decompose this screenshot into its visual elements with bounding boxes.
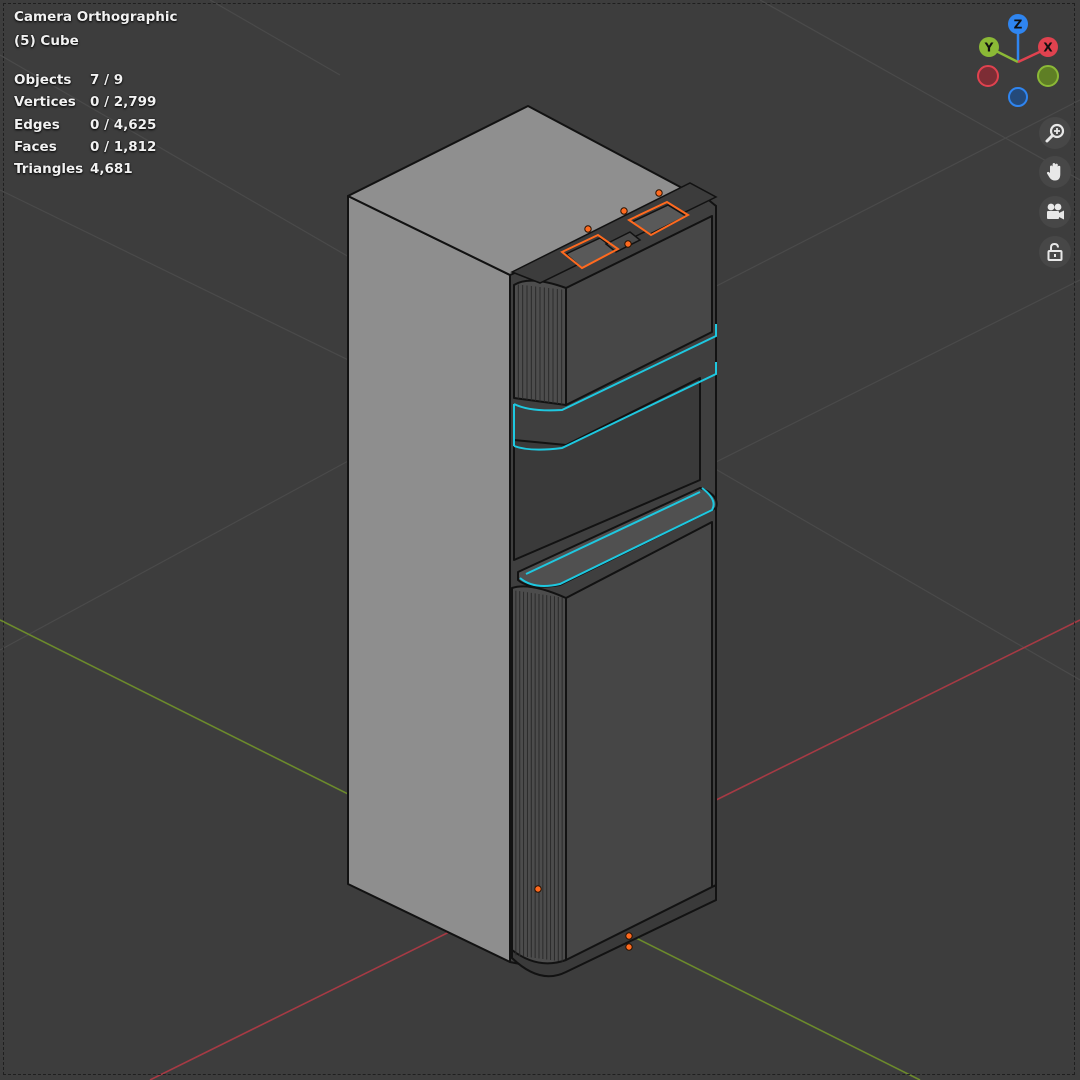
svg-text:Z: Z — [1014, 18, 1023, 32]
camera-icon — [1047, 203, 1064, 220]
stat-row-objects: Objects 7 / 9 — [14, 69, 156, 91]
stat-label: Vertices — [14, 94, 76, 111]
lower-door — [565, 521, 713, 963]
stat-row-edges: Edges 0 / 4,625 — [14, 114, 156, 136]
x-axis-handle[interactable]: X — [1038, 37, 1058, 57]
stat-value: 0 / 4,625 — [90, 116, 157, 133]
hand-pan-icon — [1046, 163, 1061, 181]
active-object-label: (5) Cube — [14, 33, 79, 49]
navigation-gizmo[interactable]: Z Y X — [972, 10, 1066, 110]
camera-view-button[interactable] — [1039, 196, 1071, 228]
3d-viewport[interactable]: Camera Orthographic (5) Cube Objects 7 /… — [0, 0, 1080, 1080]
cabinet-left-face — [347, 195, 511, 963]
camera-title: Camera Orthographic — [14, 9, 178, 25]
stat-value: 0 / 1,812 — [90, 139, 157, 156]
zoom-button[interactable] — [1039, 117, 1071, 149]
stat-value: 4,681 — [90, 161, 133, 178]
neg-y-axis-handle[interactable] — [1037, 65, 1059, 87]
stat-label: Triangles — [14, 161, 84, 178]
svg-text:X: X — [1043, 41, 1053, 55]
stat-label: Objects — [14, 72, 72, 89]
pan-button[interactable] — [1039, 156, 1071, 188]
stat-value: 0 / 2,799 — [90, 94, 157, 111]
zoom-icon — [1045, 123, 1065, 143]
scene-statistics: Objects 7 / 9 Vertices 0 / 2,799 Edges 0… — [14, 69, 156, 180]
scene-canvas[interactable] — [0, 0, 1080, 1080]
y-axis-handle[interactable]: Y — [979, 37, 999, 57]
stat-row-faces: Faces 0 / 1,812 — [14, 136, 156, 158]
svg-text:Y: Y — [984, 41, 994, 55]
stat-row-triangles: Triangles 4,681 — [14, 158, 156, 180]
lock-icon — [1047, 242, 1063, 261]
z-axis-handle[interactable]: Z — [1008, 14, 1028, 34]
lock-view-button[interactable] — [1039, 236, 1071, 268]
neg-x-axis-handle[interactable] — [977, 65, 999, 87]
dispenser-model[interactable] — [347, 105, 718, 978]
stat-label: Edges — [14, 116, 60, 133]
stat-row-vertices: Vertices 0 / 2,799 — [14, 91, 156, 113]
stat-label: Faces — [14, 139, 57, 156]
stat-value: 7 / 9 — [90, 72, 124, 89]
neg-z-axis-handle[interactable] — [1008, 87, 1028, 107]
